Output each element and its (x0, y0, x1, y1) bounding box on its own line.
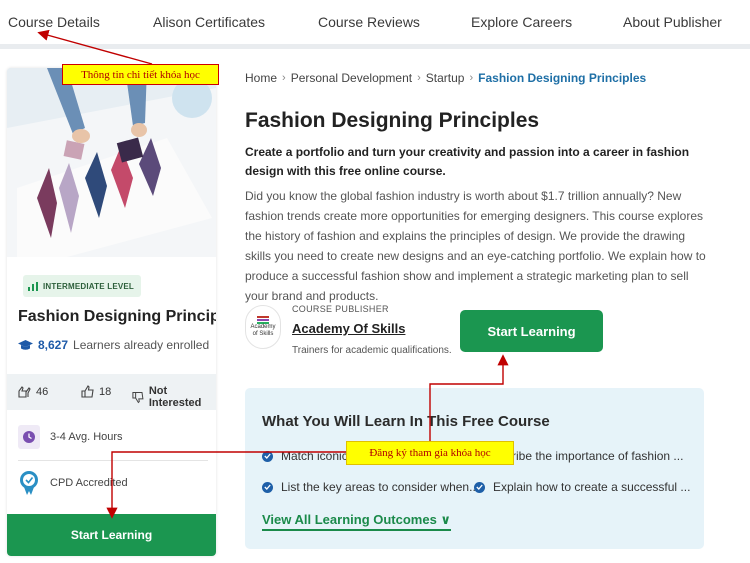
top-tab-bar: Course Details Alison Certificates Cours… (0, 0, 750, 49)
clock-icon (18, 425, 40, 449)
check-circle-icon (262, 450, 273, 462)
main-start-learning-button[interactable]: Start Learning (460, 310, 603, 352)
chevron-right-icon: › (282, 72, 286, 84)
engagement-bar: 46 18 Not Interested (7, 374, 216, 410)
learning-outcome-text: List the key areas to consider when... (281, 480, 480, 494)
bar-level-icon (28, 281, 38, 291)
breadcrumb-startup[interactable]: Startup (426, 71, 465, 85)
breadcrumb-personal-development[interactable]: Personal Development (291, 71, 412, 85)
thumbs-up-icon (81, 385, 94, 398)
card-course-title: Fashion Designing Principles (18, 308, 216, 325)
tab-about-publisher[interactable]: About Publisher (623, 14, 722, 30)
learning-outcome-item: ribe the importance of fashion ... (512, 449, 683, 463)
card-divider (18, 460, 208, 461)
learning-outcome-text: ribe the importance of fashion ... (512, 449, 684, 463)
likes-stat[interactable]: 46 (17, 385, 48, 398)
enrolled-label: Learners already enrolled (73, 338, 210, 352)
fashion-sketches-illustration (7, 68, 216, 257)
publisher-name-link[interactable]: Academy Of Skills (292, 321, 405, 336)
check-circle-icon (474, 481, 485, 493)
level-badge: INTERMEDIATE LEVEL (23, 275, 142, 297)
thumbs-up-count: 18 (99, 385, 112, 398)
not-interested-button[interactable]: Not Interested (132, 385, 216, 409)
card-start-learning-button[interactable]: Start Learning (7, 514, 216, 556)
level-text: INTERMEDIATE LEVEL (43, 281, 135, 291)
accreditation-text: CPD Accredited (50, 477, 128, 489)
cpd-badge-icon (20, 471, 38, 495)
course-thumbnail-image[interactable] (7, 68, 216, 257)
annotation-register: Đăng ký tham gia khóa học (346, 441, 514, 465)
duration-text: 3-4 Avg. Hours (50, 431, 123, 443)
publisher-label: COURSE PUBLISHER (292, 304, 389, 314)
enrolled-count: 8,627 (38, 338, 69, 352)
tab-explore-careers[interactable]: Explore Careers (471, 14, 572, 30)
check-circle-icon (262, 481, 273, 493)
learning-outcomes-title: What You Will Learn In This Free Course (262, 413, 550, 430)
page-title: Fashion Designing Principles (245, 109, 540, 132)
publisher-logo[interactable]: Academy of Skills (245, 305, 281, 349)
tab-course-details[interactable]: Course Details (8, 14, 100, 30)
publisher-logo-text-1: Academy (250, 324, 276, 330)
tab-alison-certificates[interactable]: Alison Certificates (153, 14, 265, 30)
hands-clapping-icon (18, 386, 31, 398)
annotation-course-details: Thông tin chi tiết khóa học (62, 64, 219, 85)
tab-course-reviews[interactable]: Course Reviews (318, 14, 420, 30)
graduation-cap-icon (18, 339, 33, 350)
learning-outcomes-panel: What You Will Learn In This Free Course … (245, 388, 704, 549)
likes-count: 46 (36, 385, 49, 398)
duration-row: 3-4 Avg. Hours (18, 425, 123, 449)
tab-bar-divider (0, 44, 750, 49)
view-all-outcomes-link[interactable]: View All Learning Outcomes ∨ (262, 512, 451, 531)
publisher-logo-text-2: of Skills (252, 331, 274, 337)
course-subtitle: Create a portfolio and turn your creativ… (245, 145, 690, 178)
accreditation-row: CPD Accredited (18, 470, 128, 496)
breadcrumb-current: Fashion Designing Principles (478, 71, 647, 85)
thumbs-down-icon (132, 391, 144, 403)
learning-outcome-text: Explain how to create a successful ... (493, 480, 691, 494)
thumbs-up-stat[interactable]: 18 (81, 385, 111, 398)
course-description: Did you know the global fashion industry… (245, 189, 706, 303)
breadcrumb: Home › Personal Development › Startup › … (245, 71, 646, 85)
academy-logo-icon (257, 316, 269, 324)
breadcrumb-home[interactable]: Home (245, 71, 277, 85)
enrolled-count-row: 8,627 Learners already enrolled (18, 338, 209, 352)
learning-outcome-item: Explain how to create a successful ... (474, 480, 690, 494)
publisher-tagline: Trainers for academic qualifications. (292, 345, 452, 356)
course-card: INTERMEDIATE LEVEL Fashion Designing Pri… (7, 68, 216, 556)
not-interested-label: Not Interested (148, 385, 202, 409)
chevron-right-icon: › (417, 72, 421, 84)
chevron-right-icon: › (469, 72, 474, 84)
learning-outcome-item: List the key areas to consider when... (262, 480, 479, 494)
